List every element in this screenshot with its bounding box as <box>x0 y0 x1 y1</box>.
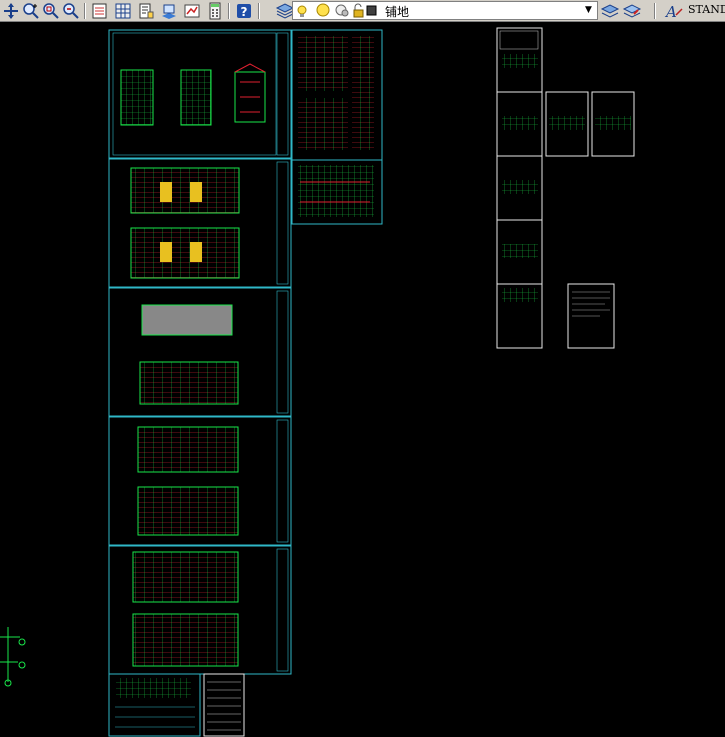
zoom-realtime-icon[interactable] <box>21 1 41 21</box>
layer-state-icon[interactable] <box>622 1 642 21</box>
layer-previous-icon[interactable] <box>600 1 620 21</box>
zoom-previous-icon[interactable] <box>61 1 81 21</box>
layer-state-icons <box>297 3 377 18</box>
model-space-drawing <box>0 27 635 737</box>
sheet-roof-plan[interactable] <box>108 287 292 417</box>
markup-icon[interactable] <box>182 1 202 21</box>
sheet-set-icon[interactable] <box>159 1 179 21</box>
sheet-elevations[interactable] <box>108 29 292 159</box>
sheet-floor-plans-b[interactable] <box>108 545 292 675</box>
properties-icon[interactable] <box>90 1 110 21</box>
svg-text:A: A <box>664 3 677 21</box>
layer-color-icon <box>366 5 377 16</box>
layer-name: 铺地 <box>385 5 410 19</box>
sheet-details-green[interactable] <box>291 159 383 225</box>
layer-lock-icon <box>353 3 364 18</box>
design-center-icon[interactable] <box>113 1 133 21</box>
text-style-icon[interactable]: A <box>664 1 684 21</box>
layer-on-icon <box>297 5 307 17</box>
tool-palettes-icon[interactable] <box>136 1 156 21</box>
thumbnail-sheets[interactable] <box>496 27 635 349</box>
text-style-name: STANDA <box>688 3 725 16</box>
layer-dropdown[interactable]: 铺地 ▼ <box>292 1 598 20</box>
zoom-window-icon[interactable] <box>41 1 61 21</box>
sheet-floor-plans-a[interactable] <box>108 416 292 546</box>
sheet-details-red[interactable] <box>291 29 383 161</box>
toolbar-separator <box>258 3 260 19</box>
quickcalc-icon[interactable] <box>205 1 225 21</box>
sheet-notes-green[interactable] <box>108 673 201 737</box>
toolbar-separator <box>654 3 656 19</box>
layer-viewport-freeze-icon <box>335 4 349 17</box>
ucs-icon <box>0 627 26 687</box>
help-icon[interactable]: ? <box>234 1 254 21</box>
drawing-canvas[interactable] <box>0 22 725 737</box>
standard-toolbar: ? 铺地 ▼ A STANDA <box>0 0 725 22</box>
sheet-index-table[interactable] <box>203 673 245 737</box>
layer-freeze-icon <box>316 3 330 17</box>
toolbar-separator <box>84 3 86 19</box>
sheet-facades[interactable] <box>108 158 292 288</box>
toolbar-separator <box>228 3 230 19</box>
svg-text:?: ? <box>241 5 248 19</box>
chevron-down-icon[interactable]: ▼ <box>582 3 595 18</box>
pan-icon[interactable] <box>1 1 21 21</box>
